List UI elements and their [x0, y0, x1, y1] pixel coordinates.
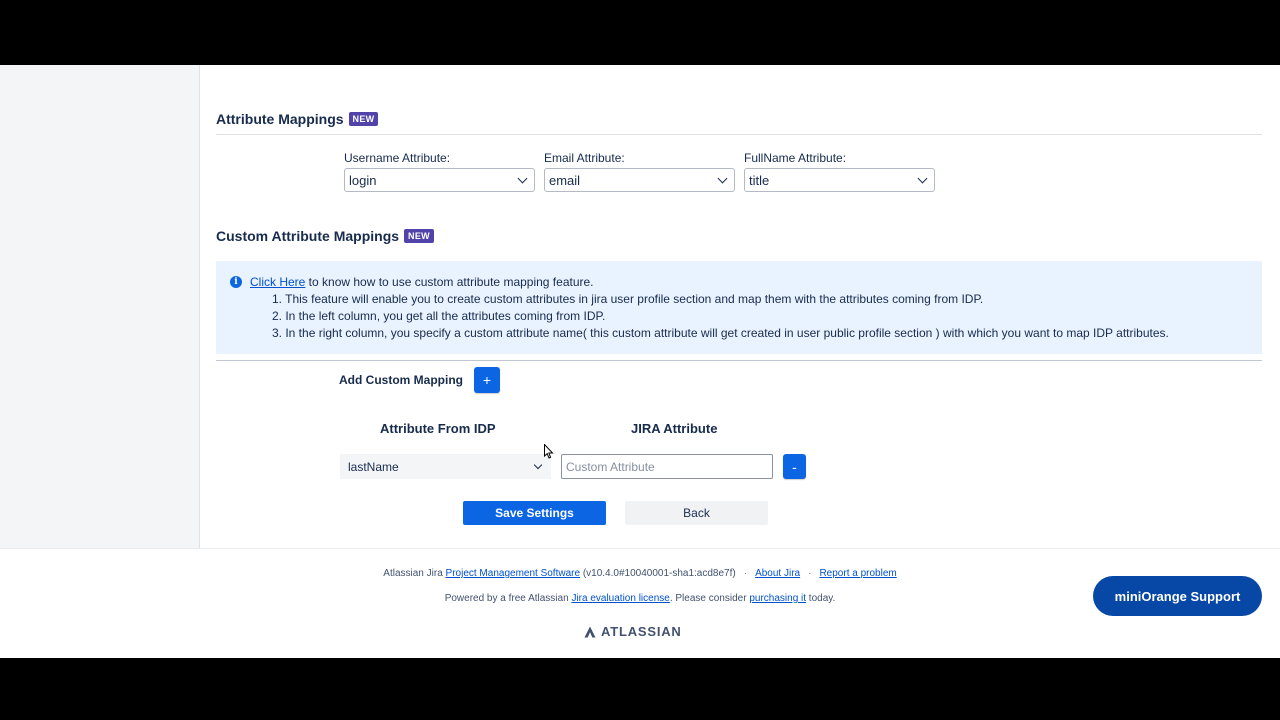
divider — [216, 134, 1262, 135]
custom-mappings-title: Custom Attribute Mappings NEW — [216, 228, 434, 244]
footer-version: (v10.4.0#10040001-sha1:acd8e7f) — [580, 568, 736, 579]
footer-line-1: Atlassian Jira Project Management Softwa… — [0, 568, 1280, 579]
info-line-1: 1. This feature will enable you to creat… — [272, 292, 984, 306]
fullname-attribute-label: FullName Attribute: — [744, 151, 847, 165]
chevron-down-icon — [517, 173, 528, 183]
separator: · — [743, 568, 748, 579]
separator: · — [808, 568, 812, 579]
footer-line-2: Powered by a free Atlassian Jira evaluat… — [0, 593, 1280, 604]
about-jira-link[interactable]: About Jira — [755, 568, 800, 579]
email-attribute-value: email — [549, 172, 581, 188]
attribute-mappings-title: Attribute Mappings NEW — [216, 111, 379, 127]
jira-attribute-header: JIRA Attribute — [631, 421, 718, 436]
new-badge: NEW — [348, 112, 379, 126]
info-line-2: 2. In the left column, you get all the a… — [272, 309, 606, 323]
powered-suffix: today. — [806, 593, 836, 604]
email-attribute-label: Email Attribute: — [544, 151, 625, 165]
idp-attribute-value: lastName — [348, 459, 399, 474]
footer-prefix: Atlassian Jira — [383, 568, 446, 579]
purchasing-link[interactable]: purchasing it — [749, 593, 806, 604]
miniorange-support-button[interactable]: miniOrange Support — [1093, 576, 1262, 616]
idp-attribute-select[interactable]: lastName — [340, 454, 551, 479]
username-attribute-select[interactable]: login — [344, 168, 535, 192]
info-intro: Click Here to know how to use custom att… — [250, 275, 594, 289]
attribute-mappings-heading: Attribute Mappings — [216, 111, 344, 127]
left-sidebar — [0, 65, 200, 548]
info-icon: i — [230, 276, 242, 288]
report-problem-link[interactable]: Report a problem — [819, 568, 896, 579]
back-button[interactable]: Back — [625, 501, 768, 525]
chevron-down-icon — [917, 173, 928, 183]
save-settings-button[interactable]: Save Settings — [463, 501, 606, 525]
atlassian-logo-text: ATLASSIAN — [601, 624, 682, 639]
chevron-down-icon — [717, 173, 728, 183]
add-mapping-button[interactable]: + — [474, 367, 500, 393]
info-box: i Click Here to know how to use custom a… — [216, 261, 1262, 354]
project-management-link[interactable]: Project Management Software — [446, 568, 581, 579]
powered-mid: . Please consider — [669, 593, 750, 604]
attribute-from-idp-header: Attribute From IDP — [380, 421, 496, 436]
fullname-attribute-value: title — [749, 172, 770, 188]
username-attribute-value: login — [349, 172, 377, 188]
atlassian-logo[interactable]: ATLASSIAN — [584, 624, 682, 639]
evaluation-license-link[interactable]: Jira evaluation license — [571, 593, 669, 604]
info-intro-text: to know how to use custom attribute mapp… — [305, 275, 594, 289]
fullname-attribute-select[interactable]: title — [744, 168, 935, 192]
atlassian-logo-icon — [584, 626, 596, 637]
remove-mapping-button[interactable]: - — [783, 454, 806, 479]
jira-page: Attribute Mappings NEW Username Attribut… — [0, 65, 1280, 658]
new-badge: NEW — [404, 229, 434, 243]
custom-attribute-input[interactable] — [561, 454, 773, 479]
username-attribute-label: Username Attribute: — [344, 151, 451, 165]
click-here-link[interactable]: Click Here — [250, 275, 305, 289]
chevron-down-icon — [533, 460, 543, 469]
add-custom-mapping-label: Add Custom Mapping — [339, 373, 463, 387]
email-attribute-select[interactable]: email — [544, 168, 735, 192]
divider — [216, 360, 1262, 361]
info-line-3: 3. In the right column, you specify a cu… — [272, 326, 1169, 340]
powered-prefix: Powered by a free Atlassian — [444, 593, 572, 604]
mouse-cursor-icon — [544, 444, 554, 459]
custom-mappings-heading: Custom Attribute Mappings — [216, 228, 400, 244]
